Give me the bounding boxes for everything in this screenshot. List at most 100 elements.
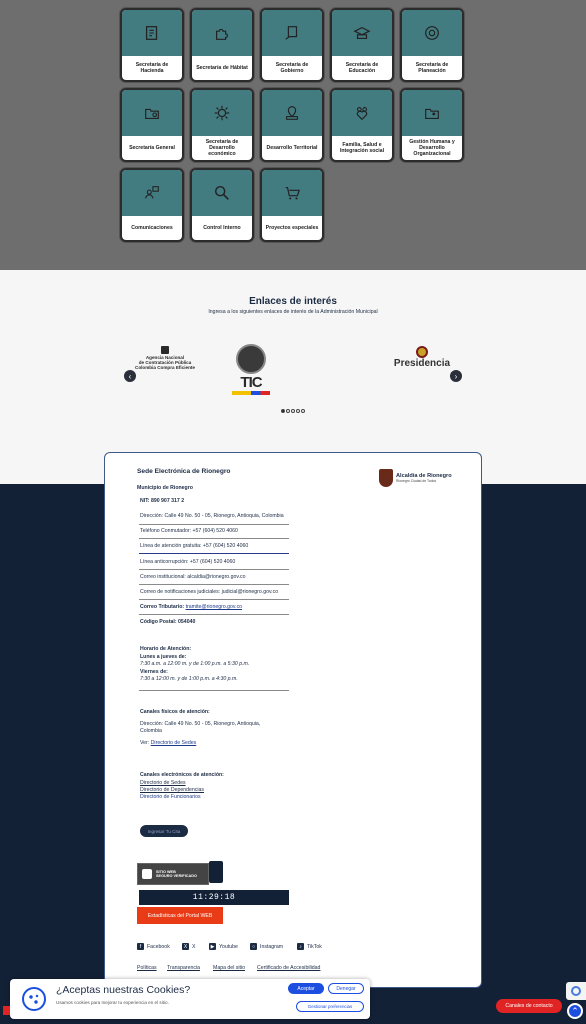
eagle-crest-icon — [416, 346, 428, 358]
magnifier-icon — [192, 170, 252, 216]
accessibility-link[interactable]: Certificado de Accesibilidad — [257, 965, 320, 971]
footer-brand[interactable]: Alcaldía de Rionegro Rionegro Ciudad de … — [379, 469, 452, 487]
cookie-banner: ¿Aceptas nuestras Cookies? Usamos cookie… — [10, 979, 370, 1019]
tiktok-icon: ♪ — [297, 943, 304, 950]
carousel-dot[interactable] — [281, 409, 285, 413]
dir-dependencias-link[interactable]: Directorio de Dependencias — [140, 787, 204, 793]
footer-subtitle: Municipio de Rionegro — [137, 485, 193, 491]
tile-label: Secretaría de Planeación — [415, 62, 449, 74]
channels-address: Dirección: Calle 49 No. 50 - 05, Rionegr… — [140, 721, 261, 727]
tile-hacienda[interactable]: Secretaría de Hacienda — [120, 8, 184, 82]
x-link[interactable]: XX — [182, 943, 195, 950]
target-icon — [402, 10, 462, 56]
nit: NIT: 890 907 317 2 — [140, 498, 185, 504]
chevron-right-icon: › — [454, 371, 458, 381]
folder-people-icon — [402, 90, 462, 136]
hours-days2: Viernes de: — [140, 669, 168, 675]
postal-code: Código Postal: 054040 — [140, 619, 196, 625]
tile-desarrollo-economico[interactable]: Secretaría de Desarrollo económico — [190, 88, 254, 162]
clock-display: 11:29:18 — [139, 890, 289, 905]
tile-label: Proyectos especiales — [265, 225, 319, 232]
graduation-cap-icon — [332, 10, 392, 56]
secure-site-seal[interactable]: SITIO WEB SEGURO VERIFICADO — [137, 863, 209, 885]
deny-cookies-button[interactable]: Denegar — [328, 983, 364, 994]
tile-label: Secretaría de Desarrollo económico — [205, 139, 239, 157]
tile-planeacion[interactable]: Secretaría de Planeación — [400, 8, 464, 82]
rionegro-crest-icon — [379, 469, 393, 487]
channels-address-2: Colombia — [140, 728, 162, 734]
tile-label: Desarrollo Territorial — [266, 145, 318, 152]
carousel-dot[interactable] — [286, 409, 290, 413]
tile-territorial[interactable]: Desarrollo Territorial — [260, 88, 324, 162]
carousel-dot[interactable] — [296, 409, 300, 413]
accept-cookies-button[interactable]: Aceptar — [288, 983, 324, 994]
accessibility-tab[interactable] — [3, 1006, 10, 1015]
portal-statistics-button[interactable]: Estadísticas del Portal WEB — [137, 907, 223, 924]
appointment-pill-button[interactable]: Ingresar Tu Cita — [140, 825, 188, 837]
tile-gobierno[interactable]: Secretaría de Gobierno — [260, 8, 324, 82]
folder-gear-icon — [122, 90, 182, 136]
phone: Teléfono Conmutador: +57 (604) 520 4060 — [140, 528, 238, 534]
cookie-icon — [22, 987, 46, 1011]
recaptcha-badge[interactable] — [566, 982, 586, 1000]
presidencia-logo[interactable]: Presidencia — [392, 346, 452, 369]
youtube-link[interactable]: ▶ Youtube — [209, 943, 238, 950]
divider — [139, 599, 289, 600]
dir-funcionarios-link[interactable]: Directorio de Funcionarios — [140, 794, 201, 800]
tile-label: Familia, Salud e Integración social — [339, 142, 385, 154]
hours-time1: 7:30 a.m. a 12:00 m. y de 1:00 p.m. a 5:… — [140, 661, 250, 667]
divider — [139, 524, 289, 525]
tile-proyectos[interactable]: Proyectos especiales — [260, 168, 324, 242]
tile-familia[interactable]: Familia, Salud e Integración social — [330, 88, 394, 162]
tile-comunicaciones[interactable]: Comunicaciones — [120, 168, 184, 242]
footer-card: Sede Electrónica de Rionegro Municipio d… — [104, 452, 482, 988]
manage-cookies-button[interactable]: Gestionar preferencias — [296, 1001, 364, 1012]
carousel-next-button[interactable]: › — [450, 370, 462, 382]
recaptcha-icon — [571, 986, 581, 996]
chevron-left-icon: ‹ — [128, 371, 132, 381]
mintic-logo[interactable]: TIC — [232, 344, 270, 408]
shield-icon — [161, 346, 169, 354]
document-money-icon — [122, 10, 182, 56]
cookie-title: ¿Aceptas nuestras Cookies? — [56, 984, 191, 996]
tile-general[interactable]: Secretaría General — [120, 88, 184, 162]
people-chat-icon — [122, 170, 182, 216]
facebook-icon: f — [137, 943, 144, 950]
contact-channels-button[interactable]: Canales de contacto — [496, 999, 562, 1013]
dir-sedes-link[interactable]: Directorio de Sedes — [140, 780, 186, 786]
links-title: Enlaces de interés — [249, 296, 337, 307]
carousel-prev-button[interactable]: ‹ — [124, 370, 136, 382]
chart-cart-icon — [262, 170, 322, 216]
tile-label: Secretaría de Hábitat — [196, 65, 248, 72]
instagram-icon: ○ — [250, 943, 257, 950]
carousel-dot[interactable] — [291, 409, 295, 413]
directorio-sedes-link[interactable]: Directorio de Sedes — [151, 740, 197, 746]
email-institutional: Correo institucional: alcaldia@rionegro.… — [140, 574, 246, 580]
tiktok-link[interactable]: ♪ TikTok — [297, 943, 322, 950]
coat-of-arms-icon — [236, 344, 266, 374]
email-tax-link[interactable]: tramite@rionegro.gov.co — [186, 604, 243, 610]
scroll-top-button[interactable]: ⌃ — [567, 1003, 583, 1019]
divider — [139, 553, 289, 554]
colombia-flag-icon — [232, 391, 270, 395]
x-icon: X — [182, 943, 189, 950]
cookie-text: Usamos cookies para mejorar tu experienc… — [56, 1000, 169, 1005]
facebook-link[interactable]: f Facebook — [137, 943, 170, 950]
instagram-link[interactable]: ○ Instagram — [250, 943, 283, 950]
carousel-dot[interactable] — [301, 409, 305, 413]
hours-days1: Lunes a jueves de: — [140, 654, 187, 660]
colombia-compra-logo[interactable]: Agencia Nacional de Contratación Pública… — [132, 346, 198, 370]
line-attention: Línea de atención gratuita: +57 (604) 52… — [140, 543, 249, 549]
arrow-up-icon: ⌃ — [571, 1005, 579, 1016]
dependencies-grid: Secretaría de Hacienda Secretaría de Háb… — [0, 0, 586, 270]
divider — [139, 690, 289, 691]
policies-link[interactable]: Políticas — [137, 965, 157, 971]
sitemap-link[interactable]: Mapa del sitio — [213, 965, 245, 971]
transparency-link[interactable]: Transparencia — [167, 965, 200, 971]
tile-label: Secretaría de Educación — [345, 62, 379, 74]
tile-label: Secretaría de Gobierno — [275, 62, 309, 74]
tile-educacion[interactable]: Secretaría de Educación — [330, 8, 394, 82]
tile-control-interno[interactable]: Control Interno — [190, 168, 254, 242]
tile-habitat[interactable]: Secretaría de Hábitat — [190, 8, 254, 82]
tile-gestion-humana[interactable]: Gestión Humana y Desarrollo Organizacion… — [400, 88, 464, 162]
